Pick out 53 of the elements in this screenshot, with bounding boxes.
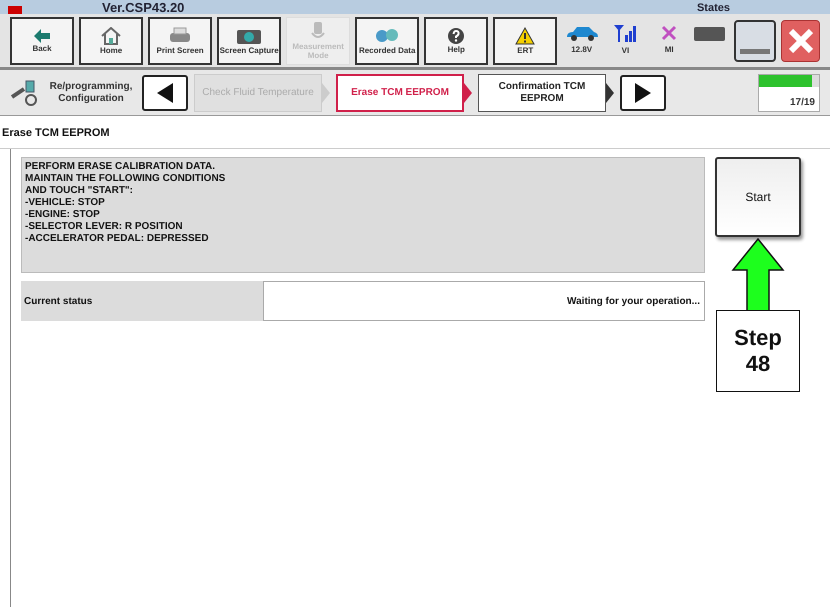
step-tab[interactable]: Erase TCM EEPROM: [336, 74, 464, 112]
instruction-line: MAINTAIN THE FOLLOWING CONDITIONS: [25, 173, 226, 185]
chevron-icon: [464, 82, 472, 102]
printer-icon: [168, 26, 192, 44]
close-button[interactable]: [781, 20, 820, 62]
toolbar-button[interactable]: Help: [424, 16, 488, 64]
right-triangle-icon: [635, 82, 651, 102]
close-icon: [788, 28, 814, 54]
chevron-icon: [322, 82, 330, 102]
instruction-line: AND TOUCH "START":: [25, 185, 134, 197]
progress-count: 17/19: [788, 96, 816, 110]
version-text: Ver.CSP43.20: [102, 1, 184, 14]
status-label: 12.8V: [571, 44, 592, 56]
step-tab[interactable]: Confirmation TCM EEPROM: [478, 74, 606, 112]
battery-icon: [694, 26, 724, 40]
house-icon: [101, 26, 122, 44]
toolbar-button[interactable]: Back: [10, 16, 74, 64]
help-icon: [448, 28, 464, 44]
instruction-line: PERFORM ERASE CALIBRATION DATA.: [25, 161, 216, 173]
wrench-icon: [10, 78, 40, 106]
toolbar-button[interactable]: Recorded Data: [355, 16, 420, 64]
status-label: MI: [664, 44, 674, 56]
signal-icon: [613, 24, 638, 42]
states-label: States: [696, 2, 730, 14]
section-label: Re/programming, Configuration: [48, 80, 134, 104]
toolbar-button[interactable]: Home: [79, 16, 144, 64]
toolbar-button[interactable]: Screen Capture: [217, 16, 282, 64]
left-triangle-icon: [157, 82, 173, 102]
instruction-line: -ENGINE: STOP: [25, 209, 101, 221]
minimize-icon: [740, 48, 770, 54]
car-icon: [564, 25, 599, 41]
warning-icon: [515, 26, 536, 44]
app-logo-icon: [8, 6, 22, 14]
status-field: Waiting for your operation...: [263, 281, 705, 321]
instruction-line: -ACCELERATOR PEDAL: DEPRESSED: [25, 233, 210, 245]
up-arrow-icon: [731, 238, 785, 312]
instruction-line: -SELECTOR LEVER: R POSITION: [25, 221, 184, 233]
previous-button[interactable]: [142, 74, 188, 110]
minimize-button[interactable]: [734, 20, 776, 62]
meter-icon: [310, 21, 326, 41]
toolbar-button[interactable]: Print Screen: [148, 16, 212, 64]
toolbar-button[interactable]: ERT: [493, 16, 558, 64]
back-arrow-icon: [34, 28, 50, 42]
cross-icon: [661, 25, 678, 41]
chevron-icon: [606, 82, 614, 102]
page-title: Erase TCM EEPROM: [2, 127, 110, 139]
next-button[interactable]: [620, 74, 666, 110]
status-label-cell: Current status: [21, 281, 263, 321]
step-callout: Step 48: [716, 310, 800, 392]
status-label: VI: [622, 45, 630, 57]
gears-icon: [374, 26, 400, 44]
start-button[interactable]: Start: [715, 157, 801, 237]
instruction-line: -VEHICLE: STOP: [25, 197, 106, 209]
